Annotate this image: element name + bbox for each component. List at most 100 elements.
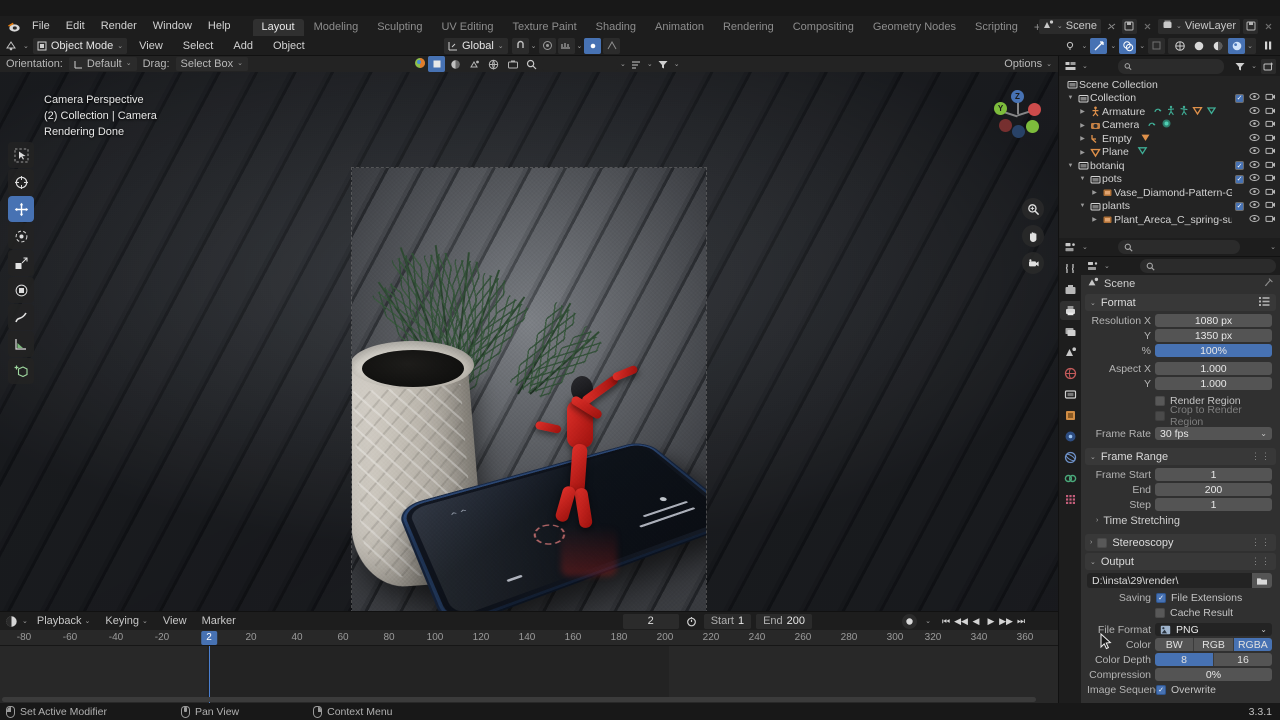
overlays-toggle-icon[interactable] (1119, 37, 1137, 54)
scene-light-icon[interactable] (466, 56, 483, 72)
eye-icon[interactable] (1249, 187, 1260, 199)
pin-icon[interactable] (1263, 277, 1274, 291)
resolution-x-field[interactable]: 1080 px (1155, 314, 1272, 327)
jump-end-button[interactable]: ⏭ (1014, 614, 1028, 629)
viewlayer-selector[interactable]: ⌄ ViewLayer (1157, 18, 1240, 34)
render-region-checkbox[interactable] (1155, 395, 1165, 406)
outliner-row-botaniq[interactable]: ▼ botaniq ✓ (1059, 159, 1280, 173)
render-preview-icon[interactable] (504, 56, 521, 72)
view-menu[interactable]: View (131, 38, 171, 54)
scale-tool[interactable] (8, 250, 34, 276)
gizmo-axis-neg-z[interactable] (1012, 125, 1025, 138)
cursor-tool[interactable] (8, 169, 34, 195)
gizmo-axis-z[interactable]: Z (1011, 90, 1024, 103)
outliner-filter-icon[interactable] (1232, 59, 1247, 74)
menu-file[interactable]: File (24, 18, 58, 34)
eye-icon[interactable] (1249, 119, 1260, 131)
render-tab[interactable] (1060, 280, 1080, 299)
frame-start-field[interactable]: Start 1 (703, 613, 752, 629)
menu-window[interactable]: Window (145, 18, 200, 34)
tweak-select-tool[interactable] (8, 142, 34, 168)
navigation-gizmo[interactable]: Z Y (990, 86, 1046, 142)
chevron-down-icon[interactable]: ▼ (1065, 163, 1076, 169)
move-tool[interactable] (8, 196, 34, 222)
eye-icon[interactable] (1249, 200, 1260, 212)
pan-hand-icon[interactable] (1022, 225, 1044, 247)
mesh-data-icon[interactable] (1192, 105, 1203, 119)
frame-range-panel-header[interactable]: ⌄ Frame Range ⋮⋮ (1085, 448, 1276, 465)
scene-tab[interactable] (1060, 343, 1080, 362)
current-frame-indicator[interactable]: 2 (201, 631, 217, 645)
shading-search-field[interactable] (542, 57, 618, 71)
gizmo-axis-neg-x[interactable] (999, 119, 1012, 132)
pose-icon[interactable] (1166, 105, 1176, 119)
measure-tool[interactable] (8, 331, 34, 357)
outliner-row-collection[interactable]: ▼ Collection ✓ (1059, 92, 1280, 106)
remove-viewlayer-icon[interactable] (1261, 19, 1276, 34)
camera-icon[interactable] (1265, 106, 1276, 118)
solid-mode-icon[interactable] (428, 56, 445, 72)
eye-icon[interactable] (1249, 133, 1260, 145)
tab-scripting[interactable]: Scripting (966, 19, 1027, 36)
current-frame-field[interactable]: 2 (622, 613, 679, 629)
overwrite-checkbox[interactable]: ✓ (1156, 684, 1166, 695)
new-viewlayer-icon[interactable] (1243, 18, 1258, 34)
stereoscopy-checkbox[interactable] (1097, 537, 1108, 548)
camera-view-icon[interactable] (1022, 252, 1044, 274)
timeline-hscrollbar[interactable] (2, 697, 1036, 702)
aspect-y-field[interactable]: 1.000 (1155, 377, 1272, 390)
format-panel-header[interactable]: ⌄ Format (1085, 294, 1276, 311)
tab-uv-editing[interactable]: UV Editing (432, 19, 502, 36)
color-option-bw[interactable]: BW (1155, 638, 1195, 651)
gizmos-toggle-icon[interactable] (1090, 37, 1108, 54)
checkbox-exclude[interactable]: ✓ (1235, 174, 1244, 184)
jump-start-button[interactable]: ⏮ (939, 614, 953, 629)
rotate-tool[interactable] (8, 223, 34, 249)
gizmo-axis-neg-y[interactable] (1026, 120, 1039, 133)
outliner-row-plant-areca[interactable]: ▶ Plant_Areca_C_spring-summer-a (1059, 213, 1280, 227)
chevron-right-icon[interactable]: ▶ (1089, 189, 1100, 196)
mesh-data-icon[interactable] (1137, 145, 1148, 159)
crop-render-region-checkbox[interactable] (1155, 410, 1165, 421)
tab-sculpting[interactable]: Sculpting (368, 19, 431, 36)
blender-logo-icon[interactable] (4, 18, 24, 34)
zoom-icon[interactable] (1022, 198, 1044, 220)
tab-modeling[interactable]: Modeling (305, 19, 368, 36)
collection-tab[interactable] (1060, 385, 1080, 404)
color-depth-option-16[interactable]: 16 (1214, 653, 1272, 666)
timeline-view-menu[interactable]: View (157, 615, 193, 627)
properties-editor-type-icon[interactable] (1063, 240, 1078, 255)
tab-animation[interactable]: Animation (646, 19, 713, 36)
checkbox-exclude[interactable]: ✓ (1235, 93, 1244, 103)
modifier-tab[interactable] (1060, 427, 1080, 446)
camera-icon[interactable] (1265, 92, 1276, 104)
frame-rate-dropdown[interactable]: 30 fps (1155, 427, 1272, 440)
folder-browse-icon[interactable] (1252, 573, 1272, 588)
properties-editor-icon[interactable] (1085, 259, 1100, 274)
visibility-icon[interactable] (1062, 38, 1079, 54)
data-tab[interactable] (1060, 490, 1080, 509)
annotate-tool[interactable] (8, 304, 34, 330)
transform-tool[interactable] (8, 277, 34, 303)
chevron-right-icon[interactable]: ▶ (1077, 149, 1088, 156)
chevron-down-icon[interactable]: ▼ (1077, 176, 1088, 182)
eye-icon[interactable] (1249, 92, 1260, 104)
chevron-right-icon[interactable]: ▶ (1077, 108, 1088, 115)
cache-result-checkbox[interactable] (1155, 607, 1165, 618)
output-path-field[interactable]: D:\insta\29\render\ (1087, 573, 1252, 588)
view-layer-tab[interactable] (1060, 322, 1080, 341)
camera-icon[interactable] (1265, 133, 1276, 145)
mesh-data-icon[interactable] (1206, 105, 1217, 119)
chevron-down-icon[interactable]: ▼ (1065, 95, 1076, 101)
outliner-search-input[interactable] (1135, 60, 1219, 72)
outliner-editor-type-icon[interactable] (1063, 59, 1078, 74)
transform-orientation-selector[interactable]: Global ⌄ (444, 37, 508, 54)
eye-icon[interactable] (1249, 173, 1260, 185)
outliner-row-armature[interactable]: ▶ Armature (1059, 105, 1280, 119)
object-tab[interactable] (1060, 406, 1080, 425)
pose-icon[interactable] (1179, 105, 1189, 119)
physics-tab[interactable] (1060, 448, 1080, 467)
eye-icon[interactable] (1249, 106, 1260, 118)
studio-light-icon[interactable] (447, 56, 464, 72)
add-menu[interactable]: Add (225, 38, 261, 54)
